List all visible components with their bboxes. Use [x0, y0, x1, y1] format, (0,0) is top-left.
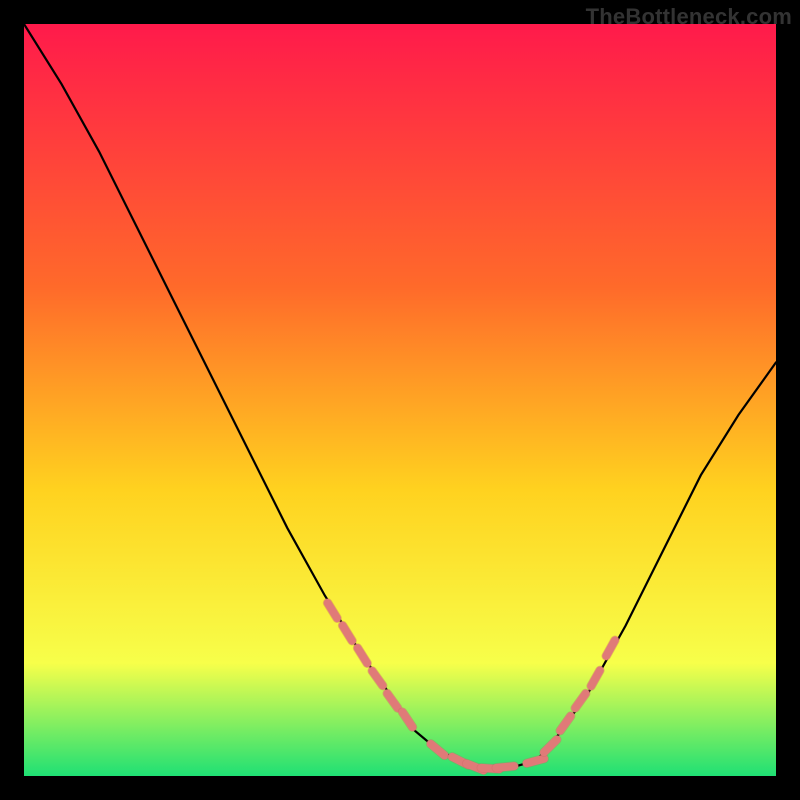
chart-frame: TheBottleneck.com: [0, 0, 800, 800]
plot-area: [24, 24, 776, 776]
chart-svg: [24, 24, 776, 776]
watermark-text: TheBottleneck.com: [586, 4, 792, 30]
curve-marker: [496, 766, 514, 768]
gradient-background: [24, 24, 776, 776]
curve-marker: [527, 759, 544, 764]
